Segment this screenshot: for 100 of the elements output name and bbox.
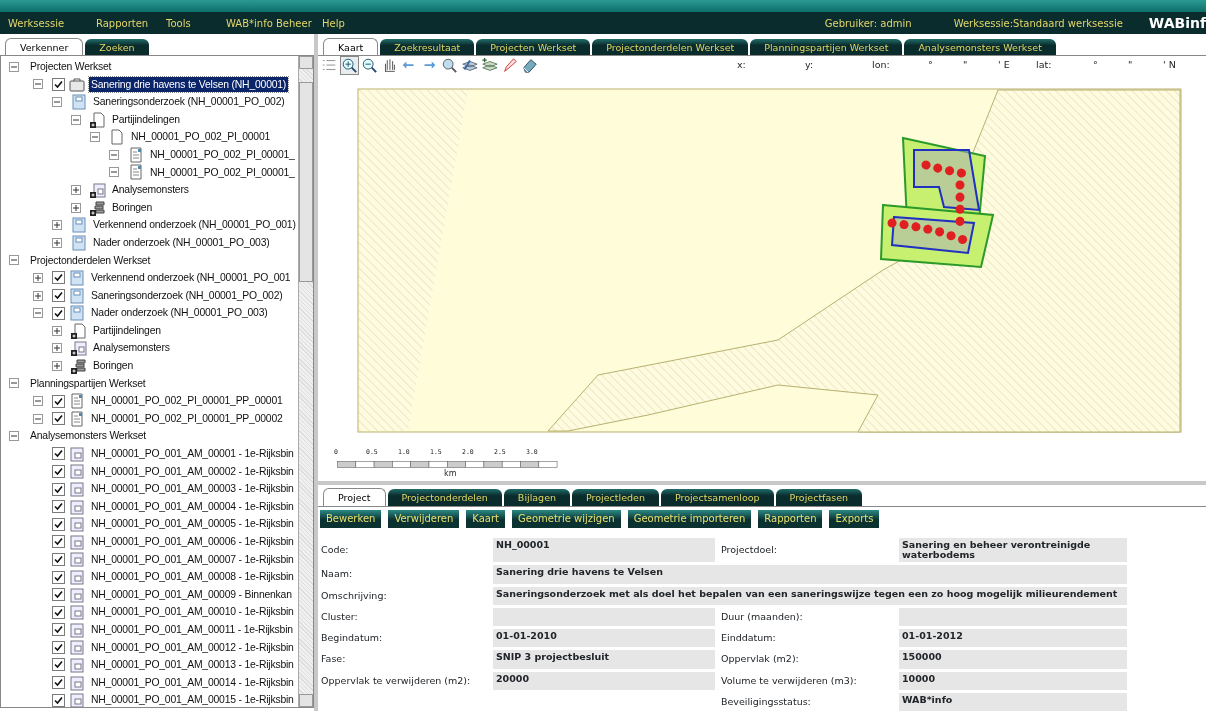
expand-icon[interactable]: [52, 343, 62, 354]
checkbox[interactable]: [52, 412, 65, 426]
action-button[interactable]: Exports: [829, 509, 880, 528]
tree-item[interactable]: Analysemonsters: [110, 182, 191, 198]
tree-item[interactable]: NH_00001_PO_002_PI_00001_: [148, 164, 297, 181]
tab[interactable]: Verkenner: [5, 37, 84, 55]
expand-icon[interactable]: [52, 237, 62, 248]
tree-item[interactable]: NH_00001_PO_001_AM_00009 - Binnenkan: [89, 586, 294, 603]
tree-item[interactable]: Boringen: [110, 199, 154, 216]
collapse-icon[interactable]: [9, 255, 19, 266]
checkbox[interactable]: [52, 570, 65, 584]
menu-item[interactable]: Tools: [166, 15, 226, 31]
checkbox[interactable]: [52, 306, 65, 320]
tree-item[interactable]: Sanering drie havens te Velsen (NH_00001): [89, 76, 289, 93]
tree-item[interactable]: Analysemonsters: [91, 340, 172, 357]
tab[interactable]: Kaart: [323, 37, 379, 55]
expand-icon[interactable]: [33, 290, 43, 301]
tree-item[interactable]: NH_00001_PO_002_PI_00001_PP_00001: [89, 393, 285, 409]
action-button[interactable]: Rapporten: [758, 509, 823, 528]
menu-item[interactable]: Rapporten: [96, 15, 166, 31]
tree-item[interactable]: NH_00001_PO_001_AM_00011 - 1e-Rijksbin: [89, 622, 295, 638]
tab[interactable]: Projectonderdelen: [387, 489, 502, 506]
tree-item[interactable]: NH_00001_PO_001_AM_00007 - 1e-Rijksbin: [89, 551, 296, 568]
action-button[interactable]: Geometrie importeren: [627, 509, 752, 528]
collapse-icon[interactable]: [9, 61, 19, 72]
action-button[interactable]: Kaart: [466, 509, 505, 528]
checkbox[interactable]: [52, 623, 65, 637]
collapse-icon[interactable]: [9, 431, 19, 442]
checkbox[interactable]: [52, 482, 65, 496]
search-icon[interactable]: [440, 56, 459, 76]
tab[interactable]: Zoeken: [85, 38, 149, 55]
menu-item[interactable]: WAB*info Beheer: [226, 15, 322, 31]
tree-item[interactable]: Projecten Werkset: [28, 59, 114, 75]
tree-item[interactable]: NH_00001_PO_001_AM_00012 - 1e-Rijksbin: [89, 639, 296, 656]
menu-item[interactable]: Werksessie: [8, 15, 96, 31]
tree-item[interactable]: NH_00001_PO_001_AM_00013 - 1e-Rijksbin: [89, 657, 296, 673]
action-button[interactable]: Verwijderen: [388, 509, 460, 528]
tree-item[interactable]: Partijindelingen: [91, 322, 163, 339]
tree-item[interactable]: NH_00001_PO_001_AM_00004 - 1e-Rijksbin: [89, 498, 296, 515]
action-button[interactable]: Geometrie wijzigen: [512, 509, 621, 528]
tree-item[interactable]: Boringen: [91, 358, 135, 374]
checkbox[interactable]: [52, 271, 65, 285]
tab[interactable]: Zoekresultaat: [380, 38, 475, 55]
collapse-icon[interactable]: [33, 413, 43, 424]
tree-item[interactable]: NH_00001_PO_002_PI_00001_PP_00002: [89, 410, 285, 427]
checkbox[interactable]: [52, 658, 65, 672]
tree-item[interactable]: NH_00001_PO_002_PI_00001: [129, 129, 273, 145]
tree-item[interactable]: Projectonderdelen Werkset: [28, 252, 153, 269]
tree-item[interactable]: Verkennend onderzoek (NH_00001_PO_001): [91, 217, 298, 233]
tab[interactable]: Bijlagen: [503, 489, 570, 506]
tab[interactable]: Projectonderdelen Werkset: [592, 38, 749, 55]
tab[interactable]: Project: [323, 488, 386, 506]
zoom-in-icon[interactable]: [340, 56, 359, 76]
tree-item[interactable]: Verkennend onderzoek (NH_00001_PO_001: [89, 270, 293, 286]
expand-icon[interactable]: [71, 184, 81, 195]
tree-item[interactable]: NH_00001_PO_001_AM_00008 - 1e-Rijksbin: [89, 569, 296, 585]
tree-item[interactable]: NH_00001_PO_001_AM_00010 - 1e-Rijksbin: [89, 604, 296, 620]
checkbox[interactable]: [52, 693, 65, 707]
collapse-icon[interactable]: [9, 378, 19, 389]
checkbox[interactable]: [52, 464, 65, 478]
tab[interactable]: Projecten Werkset: [476, 38, 591, 55]
tab[interactable]: Planningspartijen Werkset: [750, 38, 903, 55]
collapse-icon[interactable]: [33, 79, 43, 90]
checkbox[interactable]: [52, 640, 65, 654]
tree-item[interactable]: NH_00001_PO_002_PI_00001_: [148, 146, 297, 163]
checkbox[interactable]: [52, 447, 65, 461]
tree-item[interactable]: Partijindelingen: [110, 111, 182, 128]
collapse-icon[interactable]: [52, 97, 62, 107]
expand-icon[interactable]: [71, 202, 81, 213]
checkbox[interactable]: [52, 394, 65, 408]
tree-item[interactable]: NH_00001_PO_001_AM_00014 - 1e-Rijksbin: [89, 674, 296, 691]
expand-icon[interactable]: [52, 325, 62, 336]
tree-item[interactable]: NH_00001_PO_001_AM_00005 - 1e-Rijksbin: [89, 516, 296, 533]
checkbox[interactable]: [52, 77, 65, 91]
eraser-icon[interactable]: [520, 56, 539, 76]
checkbox[interactable]: [52, 517, 65, 531]
collapse-icon[interactable]: [90, 132, 100, 143]
collapse-icon[interactable]: [109, 149, 119, 160]
tree-item[interactable]: Nader onderzoek (NH_00001_PO_003): [91, 234, 272, 251]
menu-item[interactable]: Help: [322, 15, 382, 31]
collapse-icon[interactable]: [109, 167, 119, 178]
checkbox[interactable]: [52, 588, 65, 602]
tab[interactable]: Projectfasen: [775, 489, 863, 506]
tree-item[interactable]: NH_00001_PO_001_AM_00003 - 1e-Rijksbin: [89, 481, 296, 497]
expand-icon[interactable]: [52, 360, 62, 371]
tree-item[interactable]: Saneringsonderzoek (NH_00001_PO_002): [89, 287, 285, 304]
tab[interactable]: Analysemonsters Werkset: [904, 38, 1056, 55]
tree-item[interactable]: Saneringsonderzoek (NH_00001_PO_002): [91, 94, 287, 110]
checkbox[interactable]: [52, 605, 65, 619]
action-button[interactable]: Bewerken: [320, 509, 382, 528]
checkbox[interactable]: [52, 676, 65, 690]
tab[interactable]: Projectsamenloop: [660, 489, 774, 506]
tree-item[interactable]: Planningspartijen Werkset: [28, 375, 148, 392]
checkbox[interactable]: [52, 552, 65, 566]
tree-item[interactable]: Analysemonsters Werkset: [28, 428, 148, 445]
tab[interactable]: Projectleden: [572, 489, 659, 506]
tree-item[interactable]: NH_00001_PO_001_AM_00015 - 1e-Rijksbin: [89, 692, 296, 707]
expand-icon[interactable]: [33, 272, 43, 283]
collapse-icon[interactable]: [33, 396, 43, 407]
collapse-icon[interactable]: [71, 114, 81, 125]
